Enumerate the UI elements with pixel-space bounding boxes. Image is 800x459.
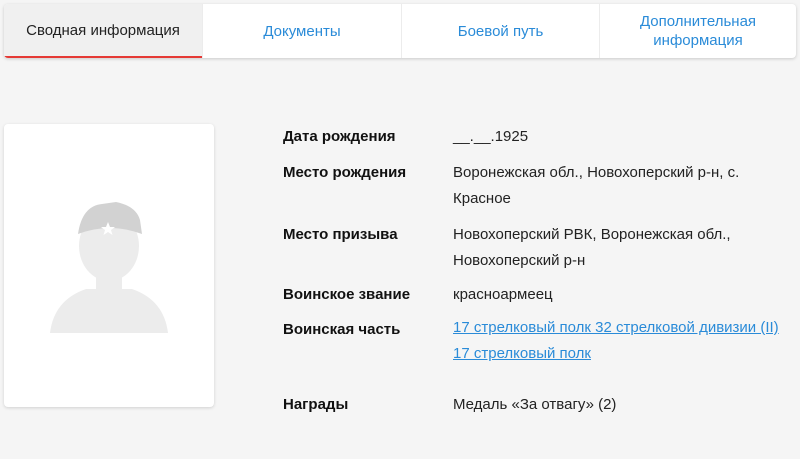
tab-bar: Сводная информация Документы Боевой путь… <box>4 4 796 58</box>
rank-value: красноармеец <box>453 286 553 303</box>
birth-place-value: Воронежская обл., Новохоперский р-н, с. … <box>453 164 740 207</box>
tab-summary[interactable]: Сводная информация <box>4 4 202 58</box>
unit-link-2[interactable]: 17 стрелковый полк <box>453 345 795 362</box>
tab-additional-info-label: Дополнительная информация <box>639 13 757 49</box>
photo-card <box>4 124 214 407</box>
birth-place-label: Место рождения <box>283 164 407 181</box>
birth-date-label: Дата рождения <box>283 128 396 145</box>
awards-value: Медаль «За отвагу» (2) <box>453 396 617 413</box>
tab-documents[interactable]: Документы <box>202 4 401 58</box>
awards-label: Награды <box>283 396 349 413</box>
conscription-place-value: Новохоперский РВК, Воронежская обл., Нов… <box>453 226 731 269</box>
soldier-silhouette-icon <box>50 202 168 333</box>
tab-combat-path[interactable]: Боевой путь <box>401 4 599 58</box>
unit-link-1[interactable]: 17 стрелковый полк 32 стрелковой дивизии… <box>453 319 795 336</box>
unit-value: 17 стрелковый полк 32 стрелковой дивизии… <box>453 319 795 362</box>
unit-label: Воинская часть <box>283 321 401 338</box>
birth-date-value: __.__.1925 <box>453 128 529 145</box>
conscription-place-label: Место призыва <box>283 226 398 243</box>
rank-label: Воинское звание <box>283 286 411 303</box>
tab-additional-info[interactable]: Дополнительная информация <box>599 4 796 58</box>
